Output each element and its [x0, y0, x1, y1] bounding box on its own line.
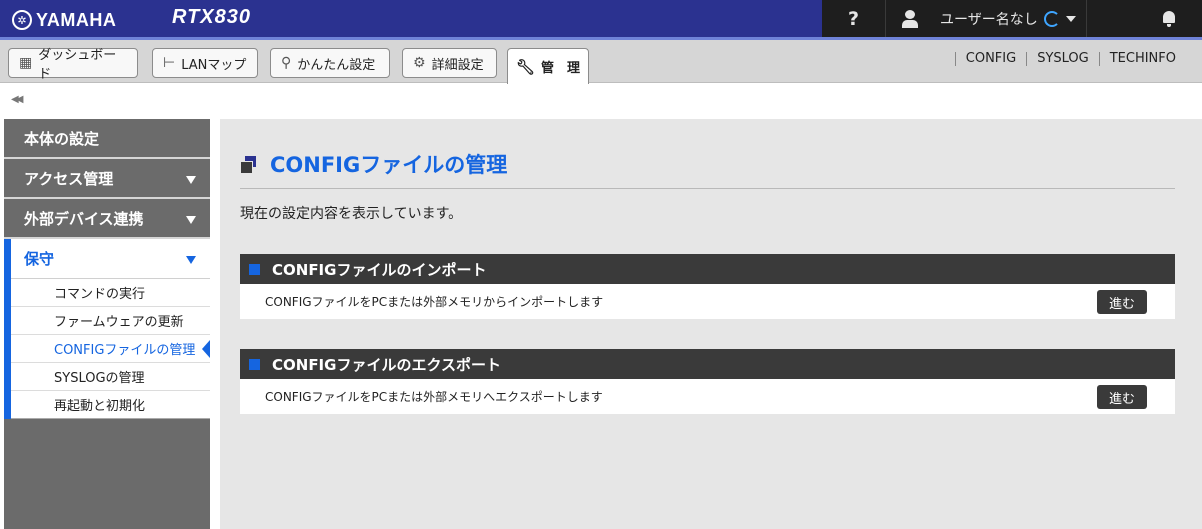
tab-easy-setup[interactable]: ⚲ かんたん設定 [270, 48, 390, 78]
sidebar-subitem-config-file-management[interactable]: CONFIGファイルの管理 [11, 335, 210, 363]
chevron-down-icon [186, 216, 196, 224]
brand-name: YAMAHA [36, 9, 117, 30]
sidebar-item-label: 本体の設定 [24, 129, 100, 148]
tab-label: ダッシュボード [38, 48, 117, 82]
page-title-icon [240, 156, 256, 174]
techinfo-link[interactable]: TECHINFO [1098, 52, 1186, 66]
sidebar-subitem-restart-init[interactable]: 再起動と初期化 [11, 391, 210, 419]
chevron-down-icon [186, 256, 196, 264]
dashboard-icon: ▦ [19, 55, 33, 71]
sidebar-subitem-syslog-management[interactable]: SYSLOGの管理 [11, 363, 210, 391]
section-text: CONFIGファイルをPCまたは外部メモリからインポートします [265, 295, 604, 309]
syslog-link[interactable]: SYSLOG [1026, 52, 1099, 66]
yamaha-logo: ✲ YAMAHA [12, 7, 116, 33]
page-description: 現在の設定内容を表示しています。 [240, 206, 463, 222]
user-icon [902, 9, 918, 28]
tab-label: LANマップ [181, 57, 247, 73]
wand-icon: ⚲ [281, 55, 292, 71]
header-tools: ? ユーザー名なし [822, 0, 1202, 37]
config-link[interactable]: CONFIG [954, 52, 1026, 66]
section-header: CONFIGファイルのインポート [240, 254, 1175, 284]
chevron-down-icon [186, 176, 196, 184]
page-title: CONFIGファイルの管理 [270, 153, 508, 177]
page-header: CONFIGファイルの管理 [240, 149, 507, 179]
model-name: RTX830 [172, 6, 252, 28]
tab-label: 詳細設定 [431, 57, 484, 73]
user-name: ユーザー名なし [940, 11, 1038, 28]
help-icon: ? [847, 7, 860, 30]
section-marker-icon [249, 263, 260, 275]
sidebar-subitem-command-exec[interactable]: コマンドの実行 [11, 279, 210, 307]
chevron-down-icon [1066, 15, 1076, 22]
sidebar-item-label: 保守 [24, 250, 55, 268]
section-row: CONFIGファイルをPCまたは外部メモリへエクスポートします 進む [240, 379, 1175, 414]
tab-management[interactable]: 🔧︎ 管 理 [507, 48, 589, 84]
section-header: CONFIGファイルのエクスポート [240, 349, 1175, 379]
tab-lan-map[interactable]: ⊢ LANマップ [152, 48, 258, 78]
sidebar-item-label: アクセス管理 [24, 169, 114, 188]
tab-label: 管 理 [541, 61, 581, 76]
loading-ring-icon [1044, 10, 1060, 27]
sidebar-subitem-firmware-update[interactable]: ファームウェアの更新 [11, 307, 210, 335]
sidebar-item-maintenance[interactable]: 保守 [11, 239, 210, 279]
tab-advanced-settings[interactable]: ⚙ 詳細設定 [402, 48, 497, 78]
main-content: CONFIGファイルの管理 現在の設定内容を表示しています。 CONFIGファイ… [220, 119, 1202, 529]
tab-dashboard[interactable]: ▦ ダッシュボード [8, 48, 138, 82]
sidebar-item-external-devices[interactable]: 外部デバイス連携 [4, 199, 210, 239]
section-row: CONFIGファイルをPCまたは外部メモリからインポートします 進む [240, 284, 1175, 319]
yamaha-emblem-icon: ✲ [12, 10, 32, 30]
wrench-icon: 🔧︎ [515, 57, 536, 76]
gear-icon: ⚙ [413, 55, 426, 71]
sidebar-item-device-settings[interactable]: 本体の設定 [4, 119, 210, 159]
user-menu[interactable]: ユーザー名なし [885, 0, 1086, 37]
import-section: CONFIGファイルのインポート CONFIGファイルをPCまたは外部メモリから… [240, 254, 1175, 319]
divider [240, 188, 1175, 189]
export-go-button[interactable]: 進む [1097, 385, 1147, 409]
sidebar-section-maintenance: 保守 コマンドの実行 ファームウェアの更新 CONFIGファイルの管理 SYSL… [4, 239, 210, 419]
export-section: CONFIGファイルのエクスポート CONFIGファイルをPCまたは外部メモリへ… [240, 349, 1175, 414]
collapse-sidebar-icon[interactable]: ◀◀ [11, 94, 24, 105]
top-links: CONFIG SYSLOG TECHINFO [954, 52, 1186, 66]
notification-button[interactable] [1086, 0, 1202, 37]
tab-label: かんたん設定 [297, 57, 376, 73]
top-header: ✲ YAMAHA RTX830 ? ユーザー名なし [0, 0, 1202, 40]
sidebar: 本体の設定 アクセス管理 外部デバイス連携 保守 コマンドの実行 ファームウェア… [4, 119, 210, 529]
bell-icon [1162, 10, 1176, 27]
lan-map-icon: ⊢ [163, 55, 176, 71]
sidebar-item-label: 外部デバイス連携 [24, 209, 144, 228]
main-nav: ▦ ダッシュボード ⊢ LANマップ ⚲ かんたん設定 ⚙ 詳細設定 🔧︎ 管 … [0, 40, 1202, 84]
section-text: CONFIGファイルをPCまたは外部メモリへエクスポートします [265, 390, 603, 404]
help-button[interactable]: ? [822, 0, 885, 37]
section-title: CONFIGファイルのエクスポート [272, 355, 502, 374]
import-go-button[interactable]: 進む [1097, 290, 1147, 314]
section-title: CONFIGファイルのインポート [272, 260, 487, 279]
section-marker-icon [249, 358, 260, 370]
status-dropdown[interactable] [1044, 10, 1076, 27]
sidebar-item-access-management[interactable]: アクセス管理 [4, 159, 210, 199]
